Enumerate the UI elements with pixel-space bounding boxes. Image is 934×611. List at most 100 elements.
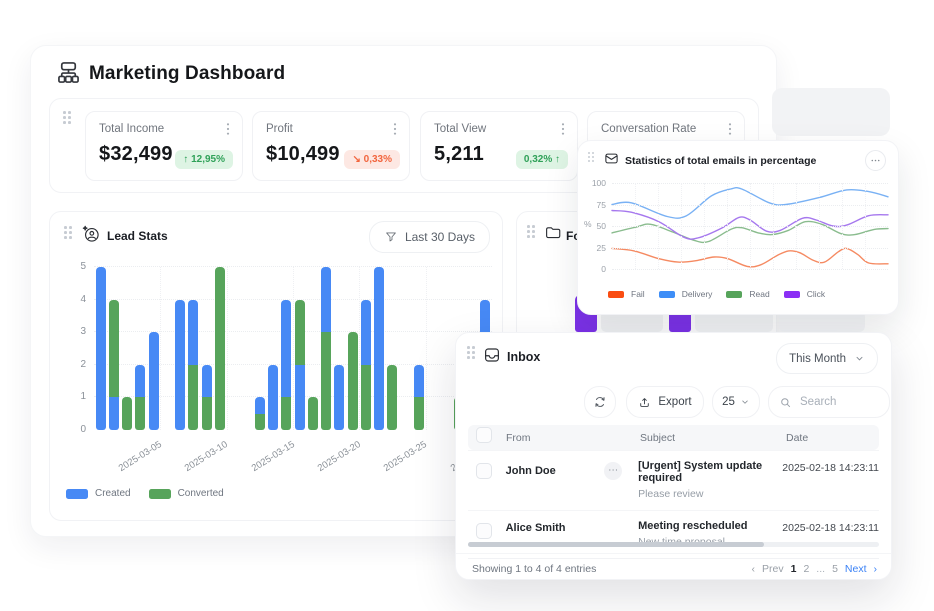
refresh-button[interactable] bbox=[584, 386, 616, 418]
export-button[interactable]: Export bbox=[626, 386, 704, 418]
date-filter-button[interactable]: Last 30 Days bbox=[369, 221, 490, 253]
legend-swatch bbox=[66, 489, 88, 499]
row-checkbox[interactable] bbox=[476, 523, 492, 539]
gridline bbox=[727, 183, 728, 269]
search-input[interactable] bbox=[798, 395, 872, 409]
legend-label: Click bbox=[807, 289, 825, 299]
pagination-page-1[interactable]: 1 bbox=[791, 563, 797, 575]
bar-segment-converted bbox=[122, 397, 132, 430]
subject-cell: [Urgent] System update requiredPlease re… bbox=[638, 460, 782, 500]
pagination: ‹ Prev 12... 5 Next › bbox=[752, 563, 877, 575]
select-all-checkbox[interactable] bbox=[476, 427, 492, 443]
legend-swatch bbox=[784, 291, 800, 298]
bar-segment-created bbox=[96, 267, 106, 430]
bar bbox=[321, 267, 331, 430]
column-header-subject: Subject bbox=[640, 432, 786, 444]
column-header-from: From bbox=[506, 432, 640, 444]
stat-value: 5,211 bbox=[434, 143, 484, 166]
email-stats-widget: Statistics of total emails in percentage… bbox=[577, 140, 899, 315]
legend-swatch bbox=[726, 291, 742, 298]
drag-handle-icon[interactable] bbox=[63, 111, 71, 124]
line-chart-legend: FailDeliveryReadClick bbox=[608, 289, 825, 299]
stat-value: $10,499 bbox=[266, 143, 340, 166]
stat-label: Total View bbox=[434, 123, 486, 135]
page-size-value: 25 bbox=[722, 396, 735, 408]
gridline bbox=[635, 183, 636, 269]
bar-segment-created bbox=[361, 300, 371, 365]
bar-segment-converted bbox=[202, 397, 212, 430]
pagination-prev-chevron[interactable]: ‹ bbox=[752, 563, 756, 575]
page-size-dropdown[interactable]: 25 bbox=[712, 386, 760, 418]
bar bbox=[202, 365, 212, 430]
row-checkbox[interactable] bbox=[476, 463, 492, 479]
stat-card-profit: Profit $10,499 ↘ 0,33% bbox=[252, 111, 410, 181]
pagination-page-2[interactable]: 2 bbox=[803, 563, 809, 575]
widget-title: Statistics of total emails in percentage bbox=[625, 155, 816, 167]
legend-swatch bbox=[149, 489, 171, 499]
horizontal-scrollbar[interactable] bbox=[468, 542, 879, 547]
bar-segment-created bbox=[295, 365, 305, 430]
legend-item: Converted bbox=[149, 488, 224, 499]
drag-handle-icon[interactable] bbox=[527, 225, 535, 238]
bar-segment-created bbox=[321, 267, 331, 332]
gridline bbox=[750, 183, 751, 269]
drag-handle-icon[interactable] bbox=[64, 226, 72, 239]
table-row[interactable]: John Doe⋯[Urgent] System update required… bbox=[468, 450, 879, 510]
table-header-row: From Subject Date bbox=[468, 425, 879, 450]
drag-handle-icon[interactable] bbox=[588, 152, 594, 162]
pagination-ellipsis: ... bbox=[816, 563, 825, 575]
bar-segment-created bbox=[374, 267, 384, 430]
month-filter-dropdown[interactable]: This Month bbox=[776, 343, 878, 374]
bar-segment-converted bbox=[321, 332, 331, 430]
search-input-wrapper[interactable] bbox=[768, 386, 890, 418]
bar-segment-created bbox=[268, 365, 278, 430]
inbox-icon bbox=[483, 346, 501, 364]
funnel-icon bbox=[384, 230, 398, 244]
row-actions-button[interactable]: ⋯ bbox=[604, 462, 622, 480]
bar-segment-converted bbox=[414, 397, 424, 430]
bar-segment-converted bbox=[387, 365, 397, 430]
bar-segment-converted bbox=[348, 332, 358, 430]
bar bbox=[188, 300, 198, 430]
more-menu-icon[interactable] bbox=[865, 150, 886, 171]
widget-title: Lead Stats bbox=[107, 229, 168, 243]
stat-label: Profit bbox=[266, 123, 293, 135]
folder-icon bbox=[544, 224, 562, 242]
legend-item: Read bbox=[726, 289, 769, 299]
stat-card-total-income: Total Income $32,499 ↑ 12,95% bbox=[85, 111, 243, 181]
trend-badge: 0,32% ↑ bbox=[516, 150, 568, 169]
bar-segment-created bbox=[149, 332, 159, 430]
y-axis-label: 4 bbox=[68, 294, 86, 305]
date-cell: 2025-02-18 14:23:11 bbox=[782, 460, 879, 474]
scrollbar-thumb[interactable] bbox=[468, 542, 764, 547]
table-footer: Showing 1 to 4 of 4 entries ‹Prev12...5N… bbox=[456, 553, 891, 580]
date-filter-label: Last 30 Days bbox=[405, 230, 475, 244]
drag-handle-icon[interactable] bbox=[467, 346, 475, 359]
pagination-prev[interactable]: Prev bbox=[762, 563, 784, 575]
stat-label: Total Income bbox=[99, 123, 164, 135]
month-filter-label: This Month bbox=[789, 353, 846, 365]
pagination-next-chevron[interactable]: › bbox=[874, 563, 878, 575]
pagination-page-5[interactable]: 5 bbox=[832, 563, 838, 575]
y-axis-label: 3 bbox=[68, 326, 86, 337]
kebab-menu-icon[interactable] bbox=[220, 120, 236, 138]
sitemap-icon bbox=[55, 59, 82, 86]
y-axis-label: 5 bbox=[68, 261, 86, 272]
y-axis-label: 0 bbox=[586, 264, 606, 274]
bar bbox=[387, 365, 397, 430]
bar-segment-converted bbox=[109, 300, 119, 398]
bar-chart-plot: 0123452025-03-052025-03-102025-03-152025… bbox=[94, 267, 492, 430]
kebab-menu-icon[interactable] bbox=[387, 120, 403, 138]
chevron-down-icon bbox=[854, 353, 865, 364]
kebab-menu-icon[interactable] bbox=[722, 120, 738, 138]
bar bbox=[109, 300, 119, 430]
pagination-next[interactable]: Next bbox=[845, 563, 867, 575]
bar bbox=[135, 365, 145, 430]
table-row[interactable]: Alice SmithMeeting rescheduledNew time p… bbox=[468, 510, 879, 559]
bar bbox=[308, 397, 318, 430]
gridline bbox=[819, 183, 820, 269]
kebab-menu-icon[interactable] bbox=[555, 120, 571, 138]
gridline bbox=[865, 183, 866, 269]
screen: Marketing Dashboard Total Income $32,499… bbox=[0, 0, 934, 611]
bar-segment-created bbox=[202, 365, 212, 398]
